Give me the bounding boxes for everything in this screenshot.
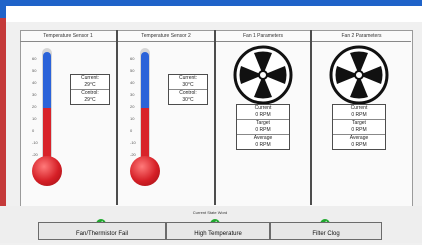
tick-label: 60 [32,56,37,61]
temperature-readout: Current: 30°C Control: 30°C [168,74,208,105]
current-label: Current: [178,75,198,81]
panel-title: Fan 2 Parameters [312,32,411,42]
current-row: Current 0 RPM [333,105,385,120]
current-value: 0 RPM [255,112,271,118]
tick-label: 0 [130,128,133,133]
thermo-cold-fill [43,52,51,112]
tick-label: 40 [130,80,135,85]
average-row: Average 0 RPM [333,135,385,149]
current-state-label: Current State Word [192,210,228,215]
panel-title: Temperature Sensor 2 [118,32,214,42]
target-label: Target [352,120,366,126]
fan-1-panel: Fan 1 Parameters Current 0 RPM Target 0 … [216,30,312,205]
current-label: Current: [80,75,100,81]
tick-label: -20 [32,152,38,157]
tick-label: 50 [32,68,37,73]
fan-icon [328,44,390,106]
target-value: 0 RPM [351,127,367,133]
thermometer-icon: 60 50 40 30 20 10 0 -10 -20 [32,48,68,196]
tick-label: -10 [130,140,136,145]
window-titlebar [0,0,422,22]
current-row: Current 0 RPM [237,105,289,120]
target-label: Target [256,120,270,126]
current-value: 29°C [71,82,109,90]
thermo-ticks: 60 50 40 30 20 10 0 -10 -20 [130,56,138,166]
current-value: 0 RPM [351,112,367,118]
tick-label: 30 [32,92,37,97]
temperature-sensor-2-panel: Temperature Sensor 2 60 50 40 30 20 10 0… [118,30,216,205]
tick-label: 0 [32,128,35,133]
control-value: 29°C [84,97,96,103]
average-value: 0 RPM [255,142,271,148]
fan-2-panel: Fan 2 Parameters Current 0 RPM Target 0 … [312,30,411,205]
average-row: Average 0 RPM [237,135,289,149]
tick-label: 50 [130,68,135,73]
current-value: 30°C [169,82,207,90]
target-row: Target 0 RPM [237,120,289,135]
filter-clog-button[interactable]: Filter Clog [270,222,382,240]
tick-label: 20 [32,104,37,109]
thermo-cold-fill [141,52,149,112]
fan-thermistor-fail-button[interactable]: Fan/Thermistor Fail [38,222,166,240]
control-value: 30°C [182,97,194,103]
tick-label: 30 [130,92,135,97]
temperature-sensor-1-panel: Temperature Sensor 1 60 50 40 30 20 10 0… [20,30,118,205]
thermometer-icon: 60 50 40 30 20 10 0 -10 -20 [130,48,166,196]
tick-label: 10 [32,116,37,121]
tick-label: 40 [32,80,37,85]
tick-label: -20 [130,152,136,157]
tick-label: -10 [32,140,38,145]
target-value: 0 RPM [255,127,271,133]
thermo-ticks: 60 50 40 30 20 10 0 -10 -20 [32,56,40,166]
current-label: Current [254,105,272,111]
target-row: Target 0 RPM [333,120,385,135]
fan-icon [232,44,294,106]
control-label: Control: [81,90,99,96]
thermo-bulb [130,156,160,186]
tick-label: 20 [130,104,135,109]
average-label: Average [253,135,273,141]
panel-title: Temperature Sensor 1 [20,32,116,42]
panel-title: Fan 1 Parameters [216,32,310,42]
fan-readout: Current 0 RPM Target 0 RPM Average 0 RPM [332,104,386,150]
current-label: Current [350,105,368,111]
temperature-readout: Current: 29°C Control: 29°C [70,74,110,105]
high-temperature-button[interactable]: High Temperature [166,222,270,240]
titlebar-inner [6,6,422,22]
control-label: Control: [179,90,197,96]
fan-readout: Current 0 RPM Target 0 RPM Average 0 RPM [236,104,290,150]
tick-label: 10 [130,116,135,121]
thermo-bulb [32,156,62,186]
average-label: Average [349,135,369,141]
tick-label: 60 [130,56,135,61]
average-value: 0 RPM [351,142,367,148]
